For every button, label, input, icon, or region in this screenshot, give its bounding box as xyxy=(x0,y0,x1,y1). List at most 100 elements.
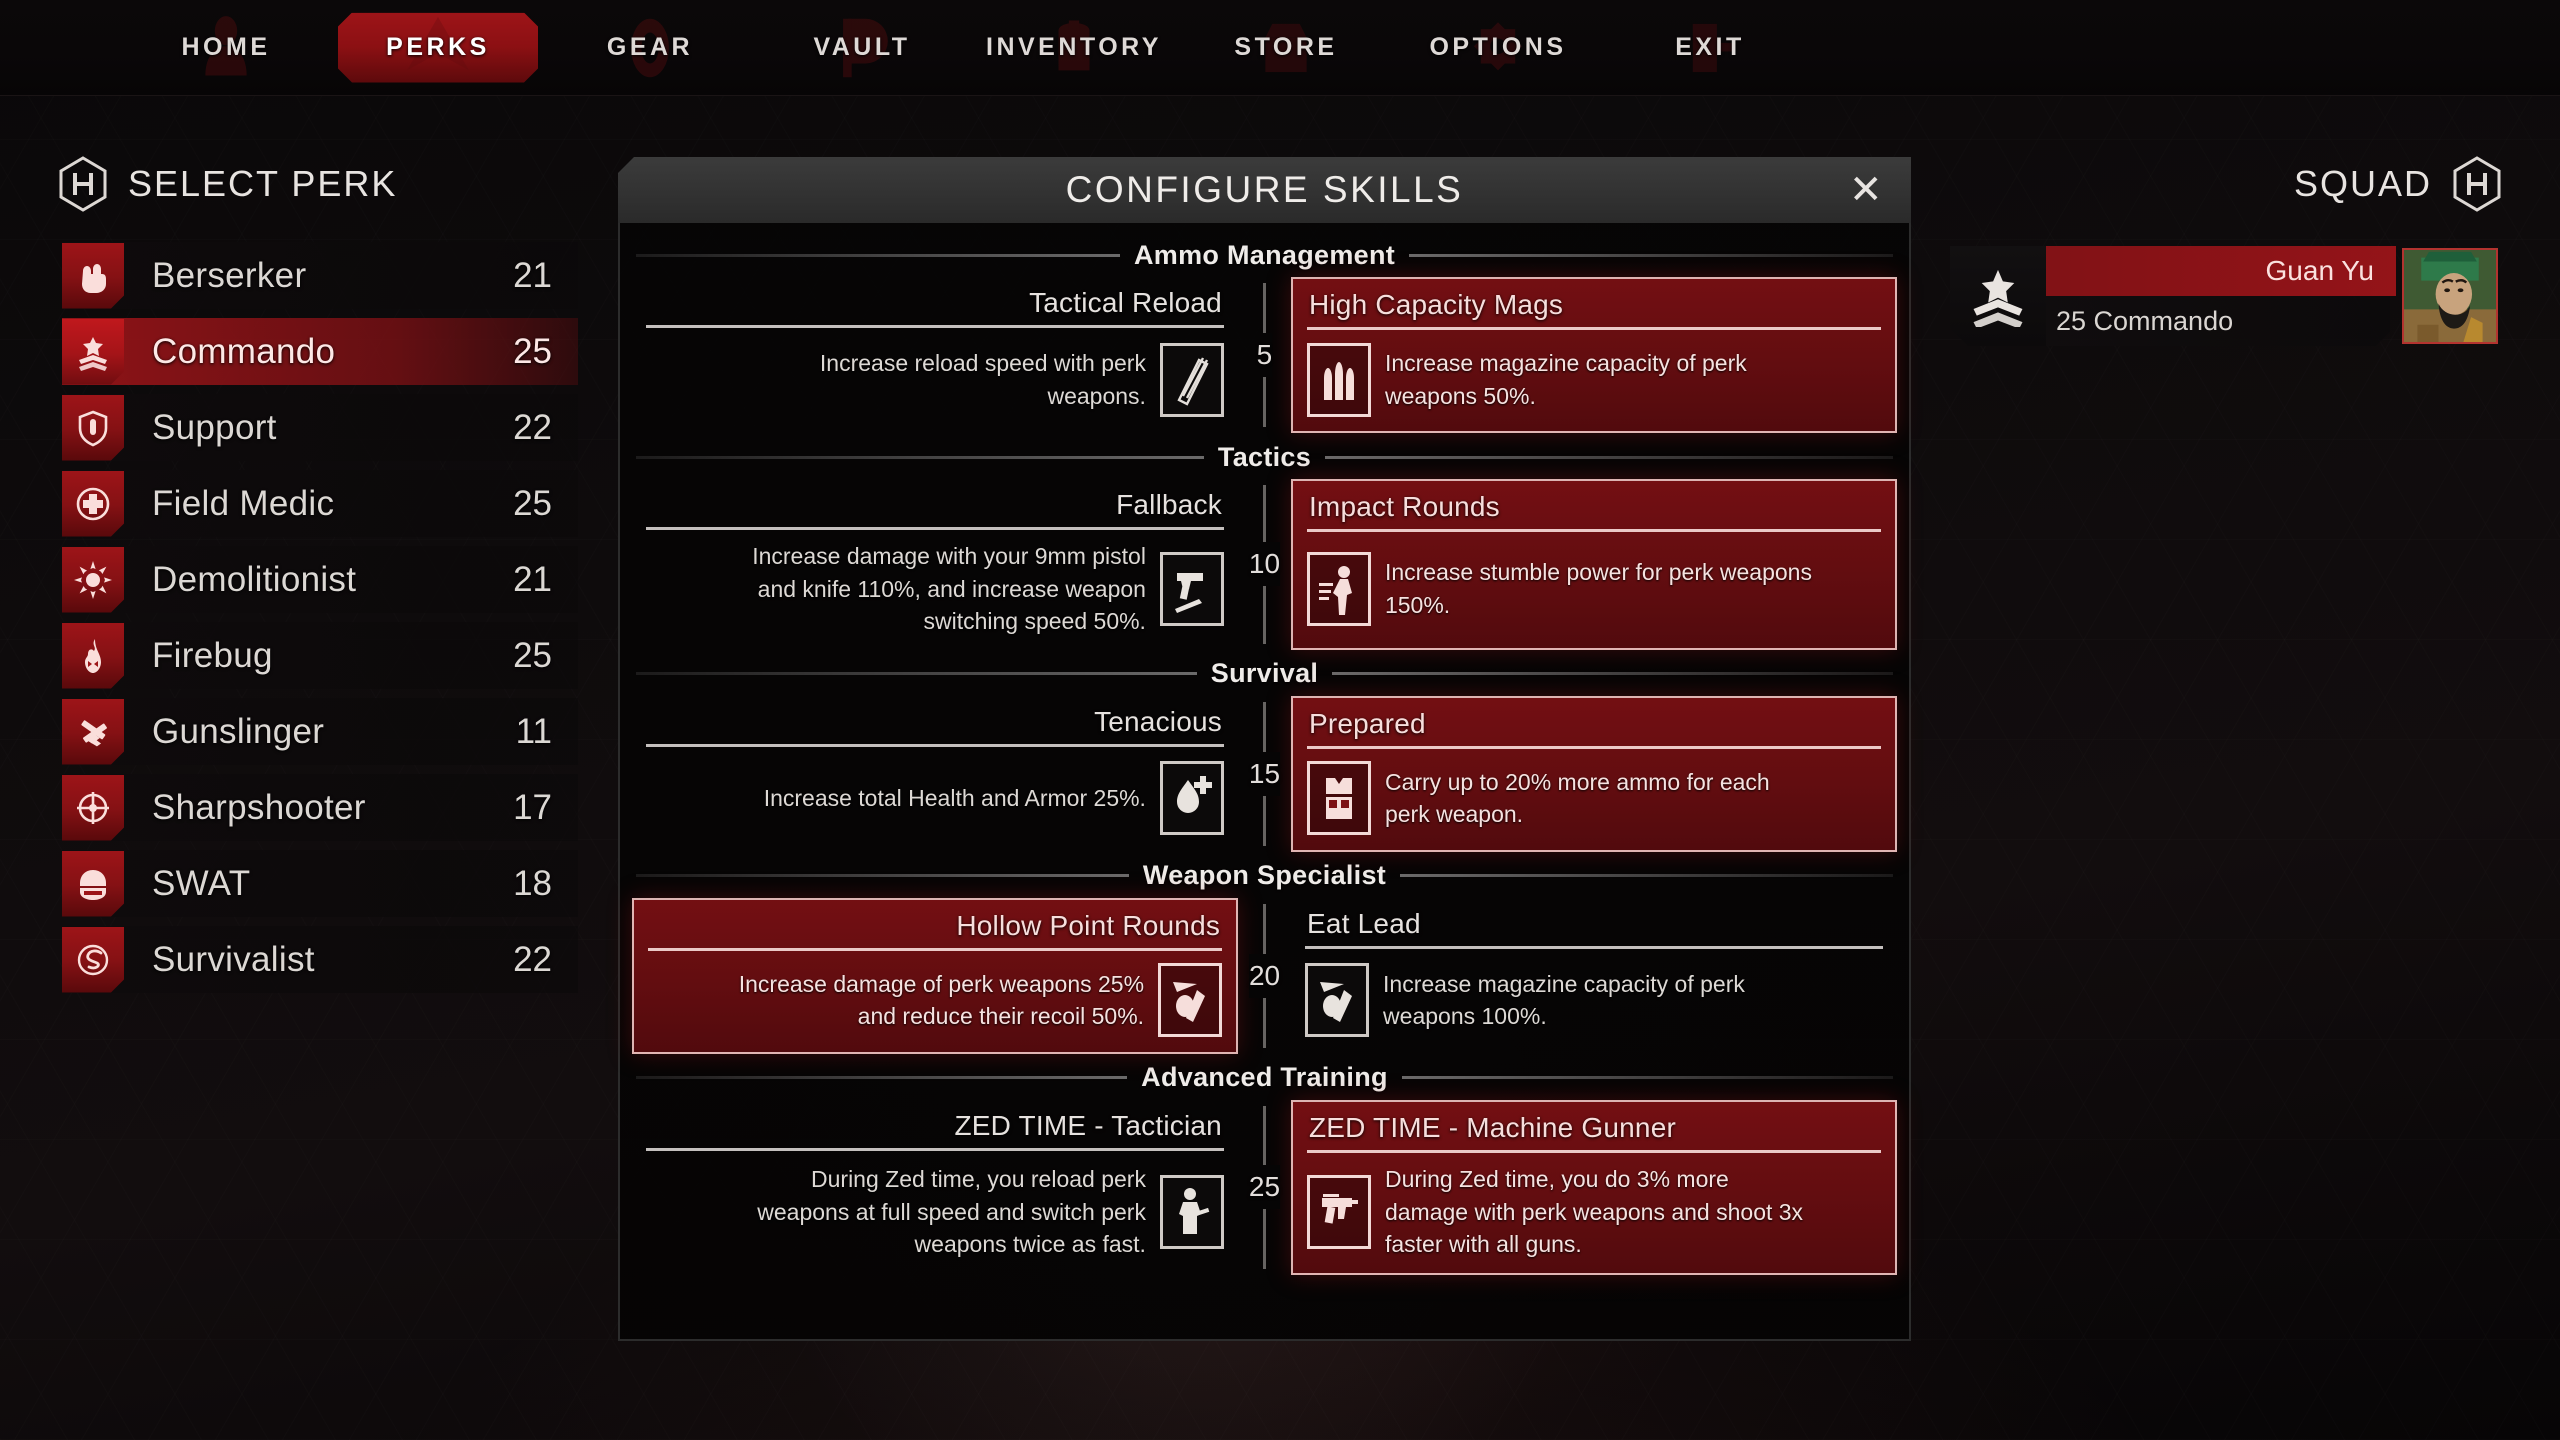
nav-item-vault[interactable]: VAULT xyxy=(762,13,962,83)
nav-label-gear: GEAR xyxy=(606,33,694,61)
skill-title: High Capacity Mags xyxy=(1308,289,1564,320)
helmet-icon xyxy=(62,851,124,917)
tier-level-divider: 5 xyxy=(1238,277,1291,433)
hollow-point-icon xyxy=(1305,963,1370,1038)
skill-high-capacity-mags[interactable]: High Capacity Mags Increase magazine cap… xyxy=(1290,277,1897,433)
perk-level: 18 xyxy=(513,863,552,903)
perk-name: Firebug xyxy=(152,635,273,675)
skill-hollow-point-rounds[interactable]: Hollow Point Rounds Increase damage of p… xyxy=(632,897,1239,1054)
tier-header: Survival xyxy=(632,652,1897,696)
skill-title: ZED TIME - Tactician xyxy=(954,1109,1222,1141)
tier-divider-right xyxy=(1400,874,1894,878)
perk-level: 22 xyxy=(513,939,552,979)
tier-divider-right xyxy=(1401,1076,1893,1080)
skill-description: Carry up to 20% more ammo for each perk … xyxy=(1384,768,1770,828)
tier-level-divider: 25 xyxy=(1238,1100,1291,1275)
skill-zed-time-tactician[interactable]: ZED TIME - Tactician During Zed time, yo… xyxy=(632,1100,1238,1275)
stumble-figure-icon xyxy=(1306,551,1371,626)
perk-row-berserker[interactable]: Berserker 21 xyxy=(0,238,578,313)
skill-description: During Zed time, you do 3% more damage w… xyxy=(1384,1165,1804,1258)
tier-row: Tenacious Increase total Health and Armo… xyxy=(632,695,1897,852)
skill-impact-rounds[interactable]: Impact Rounds Increase stumble power for… xyxy=(1290,479,1897,650)
squad-member-name: Guan Yu xyxy=(2265,255,2374,286)
tier-divider-left xyxy=(636,672,1197,676)
tier-divider-right xyxy=(1325,455,1893,459)
chevron-star-icon xyxy=(62,319,124,385)
nav-label-store: STORE xyxy=(1234,33,1338,61)
tier-header: Weapon Specialist xyxy=(632,854,1897,898)
perk-level: 25 xyxy=(513,635,552,675)
tier-divider-left xyxy=(636,455,1204,459)
skill-description: Increase damage of perk weapons 25% and … xyxy=(738,970,1145,1030)
nav-item-perks[interactable]: PERKS xyxy=(338,13,538,83)
tier-divider-right xyxy=(1409,253,1894,257)
nav-item-gear[interactable]: GEAR xyxy=(550,13,750,83)
nav-item-options[interactable]: OPTIONS xyxy=(1398,13,1598,83)
tier-name: Advanced Training xyxy=(1141,1062,1388,1093)
nav-item-store[interactable]: STORE xyxy=(1186,13,1386,83)
tier-level: 5 xyxy=(1256,333,1273,377)
select-perk-panel: SELECT PERK Berserker 21 Commando 25 Sup… xyxy=(0,96,630,1440)
nav-item-inventory[interactable]: INVENTORY xyxy=(974,13,1174,83)
perk-row-survivalist[interactable]: Survivalist 22 xyxy=(0,922,578,997)
skill-description: During Zed time, you reload perk weapons… xyxy=(757,1165,1146,1258)
skill-description: Increase magazine capacity of perk weapo… xyxy=(1383,970,1745,1030)
squad-member-card[interactable]: Guan Yu 25 Commando xyxy=(1950,246,2498,346)
medic-cross-icon xyxy=(62,471,124,537)
ammo-vest-icon xyxy=(1306,761,1371,836)
perk-row-sharpshooter[interactable]: Sharpshooter 17 xyxy=(0,770,578,845)
perk-name: Support xyxy=(152,407,277,447)
perk-row-gunslinger[interactable]: Gunslinger 11 xyxy=(0,694,578,769)
tier-level: 25 xyxy=(1248,1165,1281,1210)
select-perk-title: SELECT PERK xyxy=(128,163,398,204)
skill-title: Prepared xyxy=(1308,707,1426,739)
squad-title: SQUAD xyxy=(2293,163,2432,204)
perk-name: Commando xyxy=(152,331,336,371)
tier-name: Survival xyxy=(1210,658,1319,689)
skill-zed-time-machine-gunner[interactable]: ZED TIME - Machine Gunner During Zed tim… xyxy=(1290,1099,1897,1275)
tier-level-divider: 10 xyxy=(1238,479,1291,650)
avatar xyxy=(2402,248,2498,344)
skill-prepared[interactable]: Prepared Carry up to 20% more ammo for e… xyxy=(1290,695,1897,852)
skill-eat-lead[interactable]: Eat Lead Increase magazine capacity of p… xyxy=(1291,898,1897,1054)
skill-rule xyxy=(646,325,1224,328)
tier-level: 15 xyxy=(1248,751,1281,796)
perk-row-support[interactable]: Support 22 xyxy=(0,390,578,465)
skill-rule xyxy=(648,947,1223,951)
skill-title: Tenacious xyxy=(1094,705,1222,737)
flame-skull-icon xyxy=(62,623,124,689)
perk-row-swat[interactable]: SWAT 18 xyxy=(0,846,578,921)
skill-tactical-reload[interactable]: Tactical Reload Increase reload speed wi… xyxy=(632,277,1238,433)
tier-name: Ammo Management xyxy=(1133,239,1396,270)
skill-tenacious[interactable]: Tenacious Increase total Health and Armo… xyxy=(632,696,1238,852)
skill-rule xyxy=(1306,745,1881,749)
dialog-title-bar: CONFIGURE SKILLS ✕ xyxy=(618,157,1911,223)
explosion-icon xyxy=(62,547,124,613)
skill-title: Fallback xyxy=(1116,489,1222,520)
perk-name: Survivalist xyxy=(152,939,315,979)
top-navigation: HOME PERKS GEAR VAULT INVENTORY STORE OP… xyxy=(0,0,2560,96)
perk-row-demolitionist[interactable]: Demolitionist 21 xyxy=(0,542,578,617)
tier-row: ZED TIME - Tactician During Zed time, yo… xyxy=(632,1099,1897,1275)
skill-rule xyxy=(1306,1149,1881,1153)
nav-item-exit[interactable]: EXIT xyxy=(1610,13,1810,83)
tier-level-divider: 20 xyxy=(1238,898,1291,1054)
skill-title: Impact Rounds xyxy=(1308,491,1500,522)
skill-description: Increase total Health and Armor 25%. xyxy=(763,785,1146,812)
perk-name: SWAT xyxy=(152,863,251,903)
hex-h-icon xyxy=(58,156,108,212)
perk-list: Berserker 21 Commando 25 Support 22 Fiel… xyxy=(0,238,630,997)
perk-row-commando[interactable]: Commando 25 xyxy=(0,314,578,389)
tier-row: Fallback Increase damage with your 9mm p… xyxy=(632,479,1897,650)
nav-item-home[interactable]: HOME xyxy=(126,13,326,83)
nav-label-exit: EXIT xyxy=(1675,33,1745,61)
tier-tactics: Tactics Fallback Increase damage with yo… xyxy=(632,435,1897,650)
skill-title: Hollow Point Rounds xyxy=(956,909,1221,941)
squad-member-subtitle-bar: 25 Commando xyxy=(2036,296,2390,346)
perk-row-firebug[interactable]: Firebug 25 xyxy=(0,618,578,693)
close-icon[interactable]: ✕ xyxy=(1849,170,1885,210)
perk-row-field-medic[interactable]: Field Medic 25 xyxy=(0,466,578,541)
skill-fallback[interactable]: Fallback Increase damage with your 9mm p… xyxy=(632,479,1238,650)
perks-screen: HOME PERKS GEAR VAULT INVENTORY STORE OP… xyxy=(0,0,2560,1440)
select-perk-header: SELECT PERK xyxy=(0,96,630,212)
